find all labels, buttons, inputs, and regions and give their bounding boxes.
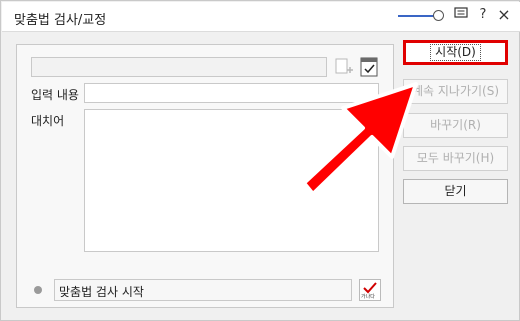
red-arrow-annotation bbox=[302, 82, 418, 196]
check-icon[interactable]: 가나다 bbox=[359, 279, 381, 301]
dialog-title: 맞춤법 검사/교정 bbox=[14, 13, 107, 28]
status-dot bbox=[34, 286, 42, 294]
replace-label: 대치어 bbox=[31, 114, 65, 128]
spellcheck-dialog: 맞춤법 검사/교정 ? × 입력 내용 대치어 맞춤법 검사 시작 가나다 시작… bbox=[0, 0, 520, 321]
start-button[interactable]: 시작(D) bbox=[403, 40, 508, 65]
error-word-field bbox=[31, 57, 327, 77]
help-icon[interactable]: ? bbox=[475, 7, 491, 23]
start-button-label: 시작(D) bbox=[430, 44, 481, 61]
zoom-slider-track[interactable] bbox=[398, 15, 436, 17]
status-field: 맞춤법 검사 시작 bbox=[54, 279, 352, 301]
close-icon[interactable]: × bbox=[496, 7, 512, 23]
status-text: 맞춤법 검사 시작 bbox=[59, 285, 144, 299]
comment-icon[interactable] bbox=[453, 7, 469, 23]
input-label: 입력 내용 bbox=[31, 88, 79, 102]
title-bar: 맞춤법 검사/교정 ? × bbox=[2, 2, 520, 32]
zoom-slider-handle[interactable] bbox=[433, 10, 444, 21]
check-icon-caption: 가나다 bbox=[361, 294, 375, 300]
